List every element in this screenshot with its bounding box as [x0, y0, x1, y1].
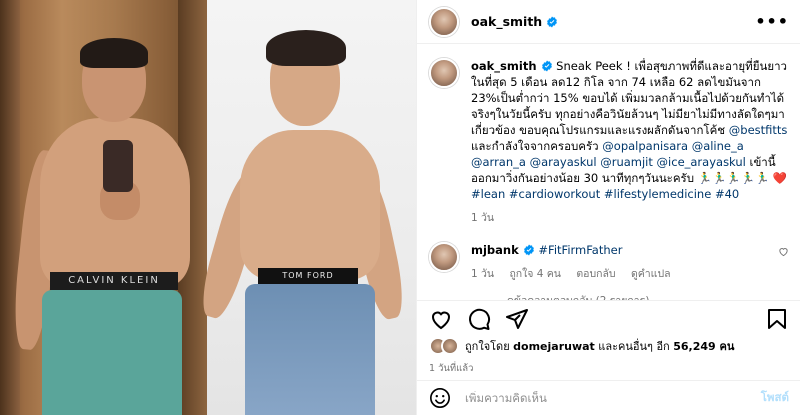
- comment-meta: 1 วัน ถูกใจ 4 คน ตอบกลับ ดูคำแปล: [471, 266, 778, 282]
- comment-time[interactable]: 1 วัน: [471, 268, 494, 280]
- mention-link[interactable]: @aline_a: [692, 139, 744, 153]
- translate-button[interactable]: ดูคำแปล: [631, 268, 671, 280]
- caption-time[interactable]: 1 วัน: [471, 212, 494, 224]
- hashtag-link[interactable]: #lifestylemedicine: [604, 187, 711, 201]
- hair: [80, 38, 148, 68]
- reply-button[interactable]: ตอบกลับ: [576, 268, 615, 280]
- hashtag-link[interactable]: #40: [715, 187, 739, 201]
- post-date[interactable]: 1 วันที่แล้ว: [429, 361, 789, 376]
- post-comment-button[interactable]: โพสต์: [761, 389, 789, 407]
- bookmark-icon[interactable]: [765, 307, 789, 331]
- comment-composer: โพสต์: [417, 380, 800, 415]
- post-header: oak_smith •••: [417, 0, 800, 44]
- caption-text-2: และกำลังใจจากครอบครัว: [471, 139, 603, 153]
- avatar[interactable]: [429, 242, 459, 272]
- liker-avatar[interactable]: [441, 337, 459, 355]
- likes-middle: และคนอื่นๆ อีก: [594, 340, 674, 353]
- caption-meta: 1 วัน: [471, 210, 789, 226]
- hashtag-link[interactable]: #FitFirmFather: [538, 243, 622, 257]
- waistband-text: TOM FORD: [258, 268, 358, 284]
- heart-icon[interactable]: [429, 307, 453, 331]
- caption: oak_smith Sneak Peek ! เพื่อสุขภาพที่ดีแ…: [429, 58, 789, 226]
- avatar[interactable]: [429, 58, 459, 88]
- mention-link[interactable]: @ruamjit: [600, 155, 653, 169]
- post-panel: oak_smith ••• oak_smith Sneak Peek ! เพื…: [416, 0, 800, 415]
- hashtag-link[interactable]: #cardioworkout: [509, 187, 600, 201]
- share-icon[interactable]: [505, 307, 529, 331]
- view-replies-label: ดูข้อความตอบกลับ (2 รายการ): [507, 292, 649, 300]
- photo-before: CALVIN KLEIN: [0, 0, 207, 415]
- heart-icon[interactable]: [778, 246, 789, 257]
- mention-link[interactable]: @arran_a: [471, 155, 526, 169]
- comment-icon[interactable]: [467, 307, 491, 331]
- more-options-button[interactable]: •••: [755, 12, 789, 31]
- torso: [240, 130, 380, 280]
- action-icons: [429, 301, 789, 337]
- jeans: [245, 284, 375, 415]
- hair: [266, 30, 346, 66]
- waistband-text: CALVIN KLEIN: [50, 272, 178, 290]
- verified-icon: [547, 16, 558, 27]
- comment-likes[interactable]: ถูกใจ 4 คน: [509, 268, 561, 280]
- verified-icon: [523, 244, 534, 256]
- view-replies-button[interactable]: ดูข้อความตอบกลับ (2 รายการ): [471, 292, 789, 300]
- phone: [103, 140, 133, 192]
- comment: mjbank #FitFirmFather 1 วัน ถูกใจ 4 คน ต…: [429, 242, 789, 282]
- likes-prefix: ถูกใจโดย: [465, 340, 514, 353]
- door-frame: [0, 0, 20, 415]
- avatar[interactable]: [429, 6, 459, 37]
- likes-summary: ถูกใจโดย domejaruwat และคนอื่นๆ อีก 56,2…: [429, 337, 789, 355]
- emoji-icon[interactable]: [429, 387, 451, 409]
- post-media[interactable]: CALVIN KLEIN TOM FORD: [0, 0, 416, 415]
- likes-count[interactable]: 56,249 คน: [673, 340, 734, 353]
- mention-link[interactable]: @arayaskul: [530, 155, 597, 169]
- shorts: [42, 290, 182, 415]
- hashtag-link[interactable]: #lean: [471, 187, 505, 201]
- comments-area[interactable]: oak_smith Sneak Peek ! เพื่อสุขภาพที่ดีแ…: [417, 44, 800, 300]
- mention-link[interactable]: @opalpanisara: [602, 139, 688, 153]
- liker-username[interactable]: domejaruwat: [513, 340, 595, 353]
- comment-input[interactable]: [465, 391, 761, 405]
- verified-icon: [541, 60, 552, 72]
- mention-link[interactable]: @ice_arayaskul: [657, 155, 746, 169]
- caption-username[interactable]: oak_smith: [471, 59, 537, 73]
- comment-username[interactable]: mjbank: [471, 243, 519, 257]
- header-username[interactable]: oak_smith: [471, 14, 542, 29]
- mention-link[interactable]: @bestfitts: [729, 123, 788, 137]
